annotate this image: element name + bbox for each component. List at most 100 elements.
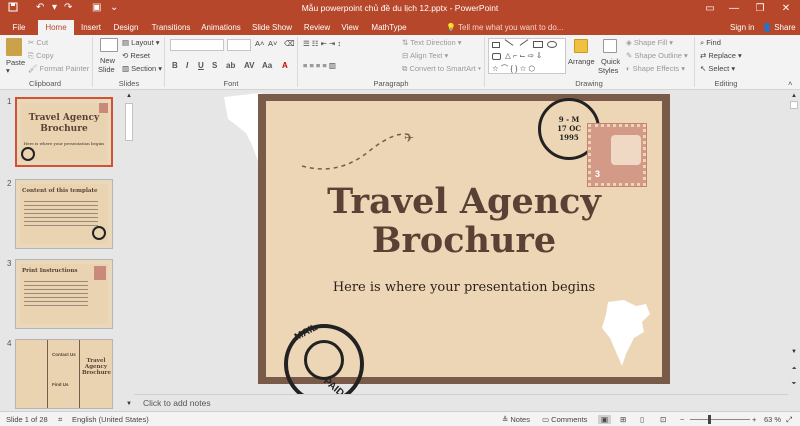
scroll-up-icon[interactable]: ▲ (790, 93, 798, 99)
reading-view-button[interactable]: ▯ (640, 415, 644, 424)
zoom-slider-handle[interactable] (708, 415, 711, 424)
decrease-font-icon[interactable]: A˅ (268, 39, 277, 48)
align-text-button[interactable]: ⊟ Align Text ▾ (402, 51, 448, 60)
scroll-down-icon[interactable]: ▼ (125, 401, 133, 407)
tab-design[interactable]: Design (110, 20, 142, 35)
rectangle-shape-icon[interactable] (533, 41, 543, 48)
slide-scrollbar[interactable]: ▲ ▼ ⏶ ⏷ (788, 91, 800, 411)
italic-icon[interactable]: I (186, 61, 188, 70)
tab-mathtype[interactable]: MathType (368, 20, 410, 35)
strikethrough-icon[interactable]: ab (226, 61, 235, 70)
language-indicator[interactable]: English (United States) (72, 415, 149, 424)
new-slide-label-2[interactable]: Slide (98, 65, 115, 74)
paste-dropdown-icon[interactable]: ▾ (6, 66, 10, 75)
tab-file[interactable]: File (2, 20, 36, 35)
zoom-level[interactable]: 63 % (764, 415, 781, 424)
scroll-thumb[interactable] (125, 103, 133, 141)
notes-placeholder[interactable]: Click to add notes (143, 398, 211, 408)
cut-button[interactable]: ✂ Cut (28, 38, 48, 47)
quick-styles-label-2[interactable]: Styles (598, 66, 618, 75)
oval-shape-icon[interactable] (547, 41, 557, 48)
slide-thumbnail-3[interactable]: Print Instructions (15, 259, 113, 329)
layout-button[interactable]: ▤ Layout ▾ (122, 38, 160, 47)
comments-toggle[interactable]: ▭ Comments (542, 415, 587, 424)
slide-thumbnail-2[interactable]: Content of this template (15, 179, 113, 249)
select-button[interactable]: ↖ Select ▾ (700, 64, 735, 73)
triangle-shape-icon[interactable]: △ ⌐ ⌙ ⇨ ⇩ (505, 51, 542, 60)
spelling-icon[interactable]: ⌗ (58, 415, 62, 425)
tab-view[interactable]: View (338, 20, 362, 35)
clear-format-icon[interactable]: ⌫ (284, 39, 295, 48)
rounded-rect-shape-icon[interactable] (492, 53, 501, 60)
slide-thumbnail-4[interactable]: Contact Us Find Us Travel Agency Brochur… (15, 339, 113, 409)
minimize-button[interactable]: — (724, 1, 744, 17)
change-case-icon[interactable]: Aa (262, 61, 272, 70)
shape-effects-button[interactable]: ◐ Shape Effects ▾ (626, 64, 685, 73)
convert-smartart-button[interactable]: ⧉ Convert to SmartArt ▾ (402, 64, 481, 74)
slide-thumbnail-1[interactable]: Travel Agency Brochure Here is where you… (15, 97, 113, 167)
collapse-ribbon-icon[interactable]: ˄ (788, 79, 792, 88)
find-button[interactable]: ⌕ Find (700, 38, 721, 48)
format-painter-button[interactable]: 🖌 Format Painter (28, 64, 89, 73)
share-button[interactable]: 👤 Share (762, 20, 796, 35)
arrange-icon[interactable] (574, 39, 588, 53)
shadow-icon[interactable]: S (212, 61, 217, 70)
font-name-field[interactable] (170, 39, 224, 51)
slide-subtitle[interactable]: Here is where your presentation begins (258, 280, 670, 295)
new-slide-icon[interactable] (100, 38, 118, 52)
shape-outline-button[interactable]: ✎ Shape Outline ▾ (626, 51, 688, 60)
zoom-out-button[interactable]: − (680, 415, 684, 424)
scroll-up-icon[interactable]: ▲ (125, 93, 133, 99)
slide-title[interactable]: Travel Agency Brochure (258, 182, 670, 260)
quick-styles-icon[interactable] (603, 39, 617, 53)
new-slide-label[interactable]: New (100, 56, 115, 65)
text-direction-button[interactable]: ⇅ Text Direction ▾ (402, 38, 462, 47)
shapes-gallery[interactable]: △ ⌐ ⌙ ⇨ ⇩ ☆ ⌒ { } ☆ ⬡ (488, 38, 566, 74)
previous-slide-icon[interactable]: ⏶ (790, 366, 798, 373)
scroll-thumb[interactable] (790, 101, 798, 109)
tab-animations[interactable]: Animations (198, 20, 244, 35)
slide-sorter-button[interactable]: ⊞ (620, 415, 626, 424)
underline-icon[interactable]: U (198, 61, 204, 70)
textbox-shape-icon[interactable] (492, 42, 500, 48)
notes-toggle[interactable]: ≜ Notes (502, 415, 530, 424)
arrow-shape-icon[interactable] (519, 39, 529, 46)
star-shape-icon[interactable]: ☆ ⌒ { } ☆ ⬡ (492, 63, 535, 74)
line-shape-icon[interactable] (504, 39, 514, 46)
paste-icon[interactable] (6, 38, 22, 56)
font-size-field[interactable] (227, 39, 251, 51)
tab-transitions[interactable]: Transitions (148, 20, 194, 35)
close-button[interactable]: ✕ (776, 1, 796, 17)
slideshow-button[interactable]: ⊡ (660, 415, 666, 424)
ribbon-display-options-icon[interactable]: ▭ (700, 1, 720, 17)
replace-button[interactable]: ⇄ Replace ▾ (700, 51, 742, 60)
normal-view-button[interactable]: ▣ (598, 415, 612, 424)
notes-pane[interactable]: Click to add notes (134, 394, 788, 411)
copy-button[interactable]: ⎘ Copy (28, 51, 54, 61)
reset-button[interactable]: ⟲ Reset (122, 51, 150, 60)
tell-me-box[interactable]: 💡 Tell me what you want to do... (446, 20, 563, 35)
zoom-slider[interactable] (690, 419, 750, 420)
shape-fill-button[interactable]: ◈ Shape Fill ▾ (626, 38, 673, 47)
bold-icon[interactable]: B (172, 61, 178, 70)
section-button[interactable]: ▥ Section ▾ (122, 64, 162, 73)
scroll-down-icon[interactable]: ▼ (790, 349, 798, 355)
zoom-in-button[interactable]: + (752, 415, 756, 424)
fit-slide-icon[interactable]: ⤢ (786, 415, 792, 425)
spacing-icon[interactable]: AV (244, 61, 255, 70)
tab-review[interactable]: Review (300, 20, 334, 35)
sign-in-link[interactable]: Sign in (730, 20, 754, 35)
bullets-icon[interactable]: ☰ ☷ ⇤ ⇥ ↕ (303, 39, 341, 48)
quick-styles-label[interactable]: Quick (601, 57, 620, 66)
current-slide[interactable]: ✈ 9 - M 17 OC 1995 3 Travel Agency Broch… (258, 94, 670, 394)
tab-home[interactable]: Home (38, 20, 74, 35)
arrange-button[interactable]: Arrange (568, 57, 595, 66)
alignment-icons[interactable]: ≡ ≡ ≡ ≡ ▥ (303, 61, 336, 70)
next-slide-icon[interactable]: ⏷ (790, 381, 798, 388)
font-color-icon[interactable]: A (282, 61, 288, 70)
tab-slide-show[interactable]: Slide Show (250, 20, 294, 35)
increase-font-icon[interactable]: A˄ (255, 39, 264, 48)
tab-insert[interactable]: Insert (76, 20, 106, 35)
restore-button[interactable]: ❐ (750, 1, 770, 17)
thumbnail-scrollbar[interactable]: ▲ ▼ (124, 91, 134, 411)
